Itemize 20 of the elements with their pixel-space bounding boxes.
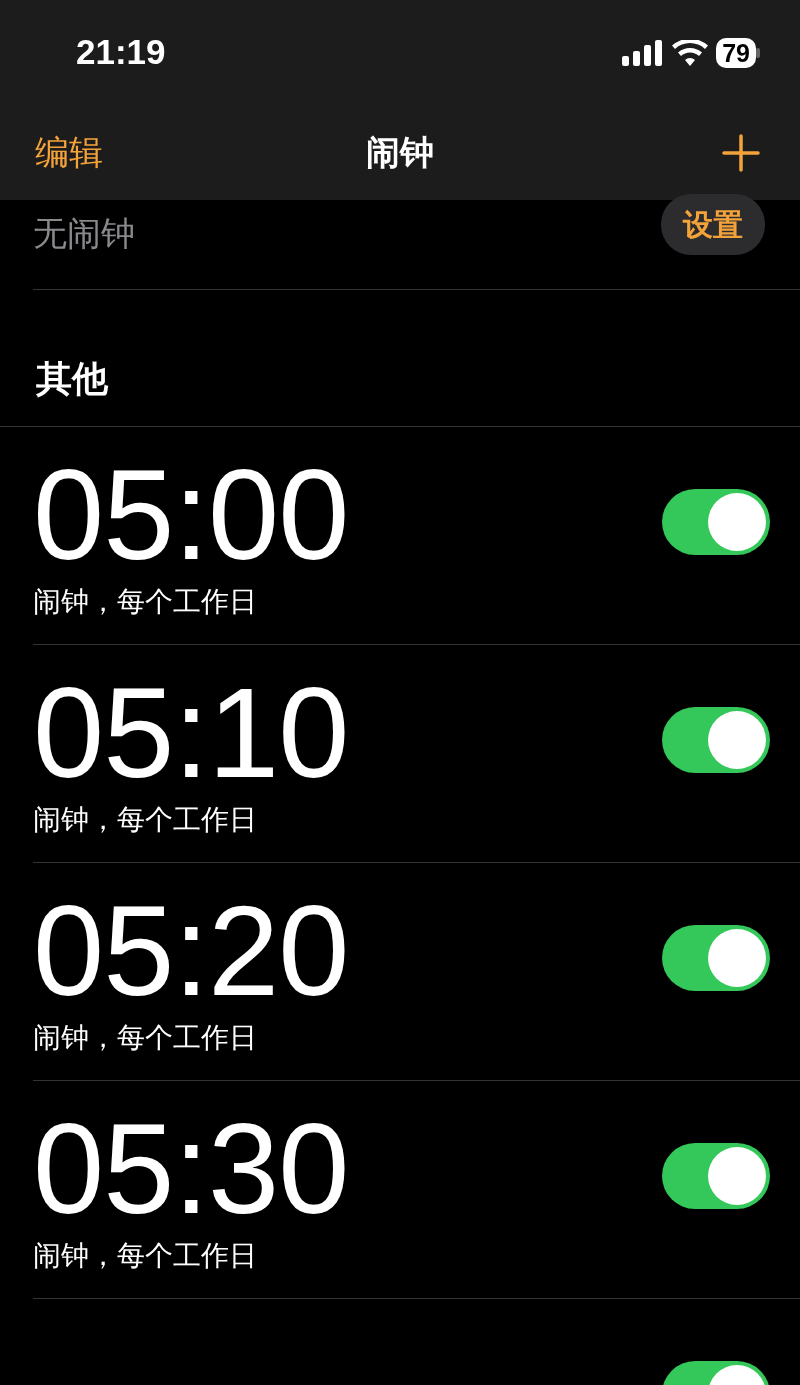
signal-icon [622,39,665,66]
battery-tip-icon [756,47,760,58]
no-alarm-label: 无闹钟 [33,213,135,254]
alarm-label: 闹钟，每个工作日 [33,803,258,837]
edit-link[interactable]: 编辑 [35,127,103,178]
status-time: 21:19 [76,31,166,74]
alarm-label: 闹钟，每个工作日 [33,1239,258,1273]
section-header: 其他 [36,357,108,401]
alarm-time: 05:10 [33,669,349,797]
nav-title: 闹钟 [366,133,434,171]
battery-level: 79 [716,37,756,68]
plus-icon [722,133,760,172]
wifi-icon [672,39,709,66]
set-button[interactable]: 设置 [661,194,765,255]
alarm-time: 05:30 [33,1105,349,1233]
alarm-label: 闹钟，每个工作日 [33,585,258,619]
alarm-label: 闹钟，每个工作日 [33,1021,258,1055]
add-button[interactable] [722,133,760,172]
alarm-time: 05:20 [33,887,349,1015]
alarm-time: 05:00 [33,451,349,579]
